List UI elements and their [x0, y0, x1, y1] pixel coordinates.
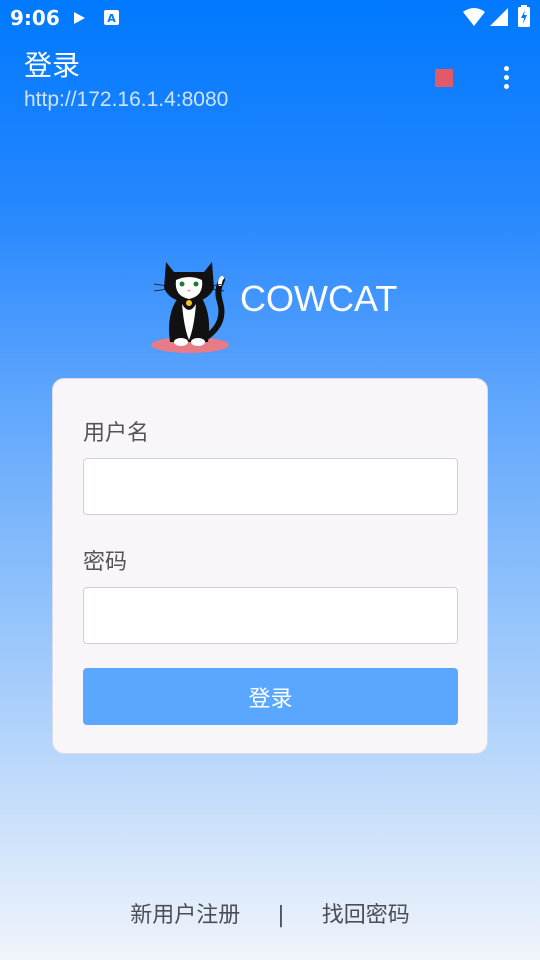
stop-button[interactable]: [435, 69, 453, 87]
battery-charging-icon: [518, 5, 530, 27]
svg-text:A: A: [107, 12, 116, 25]
status-time: 9:06: [10, 6, 60, 30]
font-notification-icon: A: [104, 10, 119, 25]
page-title: 登录: [24, 49, 81, 82]
brand-name: COWCAT: [240, 278, 398, 319]
dot-icon: [503, 75, 509, 80]
username-input[interactable]: [83, 458, 458, 515]
password-label: 密码: [83, 550, 128, 575]
username-label: 用户名: [83, 421, 150, 446]
wifi-icon: [463, 8, 485, 26]
page-url: http://172.16.1.4:8080: [24, 88, 229, 111]
login-button[interactable]: 登录: [83, 668, 458, 725]
dot-icon: [503, 84, 509, 89]
signal-icon: [490, 8, 508, 26]
recover-password-link[interactable]: 找回密码: [322, 903, 410, 928]
register-link[interactable]: 新用户注册: [130, 903, 240, 928]
footer-separator: |: [277, 903, 285, 928]
login-card: 用户名 密码 登录: [52, 378, 488, 754]
footer-links: 新用户注册 | 找回密码: [0, 897, 540, 929]
play-icon: [74, 12, 85, 24]
dot-icon: [503, 66, 509, 71]
more-options-button[interactable]: [494, 64, 518, 94]
password-input[interactable]: [83, 587, 458, 644]
cat-logo-image: [151, 262, 229, 353]
status-bar: 9:06 A: [0, 0, 540, 36]
